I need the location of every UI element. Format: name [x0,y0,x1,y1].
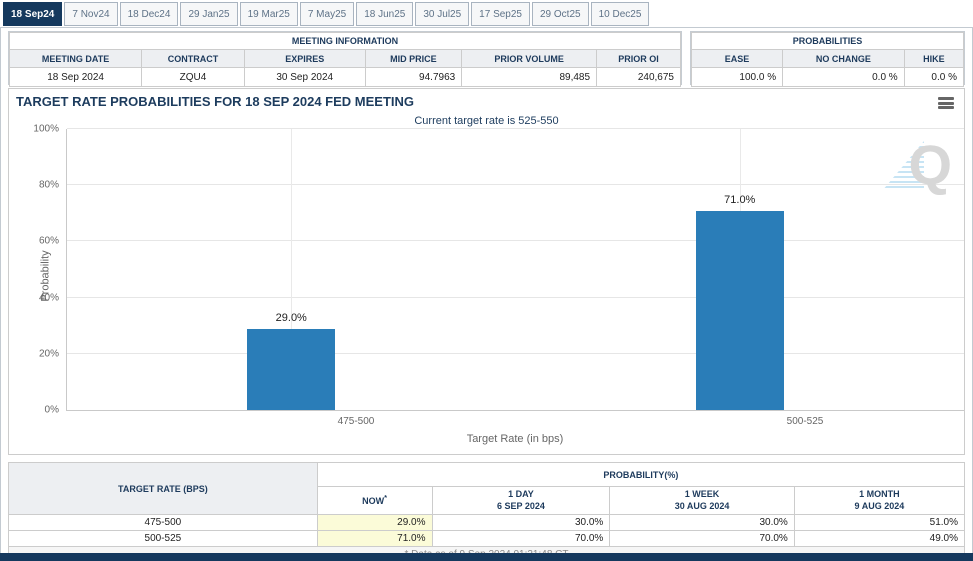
bar-475-500[interactable] [247,329,335,410]
col-ease: EASE [692,50,783,68]
tab-meeting-10[interactable]: 10 Dec25 [591,2,650,26]
hamburger-icon[interactable] [938,96,954,110]
probabilities-panel: PROBABILITIES EASE NO CHANGE HIKE 100.0 … [690,31,965,85]
probability-history-table: TARGET RATE (BPS) PROBABILITY(%) NOW* 1 … [8,462,965,561]
col-1-month: 1 MONTH9 AUG 2024 [794,487,964,515]
chart-plot-area: 0% 20% 40% 60% 80% 100% Probability 29.0… [66,129,964,411]
bar-value-label: 71.0% [724,194,755,206]
col-hike: HIKE [904,50,963,68]
rate-range: 475-500 [9,515,318,531]
hamburger-bar [938,102,954,105]
hamburger-bar [938,106,954,109]
day-probability: 70.0% [432,531,610,547]
y-tick: 20% [39,348,59,359]
asterisk: * [384,493,387,502]
y-tick: 100% [33,124,59,135]
prior-oi-value: 240,675 [597,68,681,87]
week-probability: 70.0% [610,531,795,547]
tab-meeting-1[interactable]: 7 Nov24 [64,2,117,26]
col-prior-volume: PRIOR VOLUME [462,50,597,68]
meeting-information-panel: MEETING INFORMATION MEETING DATE CONTRAC… [8,31,682,85]
col-expires: EXPIRES [244,50,365,68]
watermark-q-logo: Q [908,137,952,193]
col-meeting-date: MEETING DATE [10,50,142,68]
tab-meeting-2[interactable]: 18 Dec24 [120,2,179,26]
tab-meeting-3[interactable]: 29 Jan25 [180,2,237,26]
y-axis-title: Probability [40,250,52,301]
hamburger-bar [938,97,954,100]
col-no-change: NO CHANGE [783,50,905,68]
chart-subtitle: Current target rate is 525-550 [9,115,964,127]
tab-meeting-9[interactable]: 29 Oct25 [532,2,589,26]
ease-value: 100.0 % [692,68,783,87]
table-row: 475-500 29.0% 30.0% 30.0% 51.0% [9,515,965,531]
col-1-week: 1 WEEK30 AUG 2024 [610,487,795,515]
col-contract: CONTRACT [142,50,245,68]
col-now: NOW* [317,487,432,515]
y-tick: 60% [39,236,59,247]
probability-chart-panel: TARGET RATE PROBABILITIES FOR 18 SEP 202… [8,88,965,455]
meeting-date-value: 18 Sep 2024 [10,68,142,87]
meeting-date-tabs: 18 Sep24 7 Nov24 18 Dec24 29 Jan25 19 Ma… [3,2,649,26]
col-mid-price: MID PRICE [365,50,462,68]
chart-title: TARGET RATE PROBABILITIES FOR 18 SEP 202… [16,94,414,109]
contract-value: ZQU4 [142,68,245,87]
x-category-label: 475-500 [256,416,456,427]
tab-meeting-6[interactable]: 18 Jun25 [356,2,413,26]
bar-group-475-500: 29.0% [67,129,516,410]
probabilities-title: PROBABILITIES [692,33,964,50]
quikstrike-watermark: Q [882,137,952,195]
probabilities-row: 100.0 % 0.0 % 0.0 % [692,68,964,87]
meeting-info-title: MEETING INFORMATION [10,33,681,50]
week-probability: 30.0% [610,515,795,531]
tab-meeting-0[interactable]: 18 Sep24 [3,2,62,26]
x-axis-title: Target Rate (in bps) [66,433,964,445]
col-1-day: 1 DAY6 SEP 2024 [432,487,610,515]
expires-value: 30 Sep 2024 [244,68,365,87]
prior-volume-value: 89,485 [462,68,597,87]
tab-meeting-4[interactable]: 19 Mar25 [240,2,298,26]
tab-meeting-8[interactable]: 17 Sep25 [471,2,530,26]
hike-value: 0.0 % [904,68,963,87]
mid-price-value: 94.7963 [365,68,462,87]
probability-group-header: PROBABILITY(%) [317,463,964,487]
month-probability: 51.0% [794,515,964,531]
meeting-info-row: 18 Sep 2024 ZQU4 30 Sep 2024 94.7963 89,… [10,68,681,87]
day-probability: 30.0% [432,515,610,531]
table-row: 500-525 71.0% 70.0% 70.0% 49.0% [9,531,965,547]
x-category-label: 500-525 [705,416,905,427]
month-probability: 49.0% [794,531,964,547]
col-prior-oi: PRIOR OI [597,50,681,68]
no-change-value: 0.0 % [783,68,905,87]
now-probability: 71.0% [317,531,432,547]
tab-meeting-5[interactable]: 7 May25 [300,2,354,26]
fedwatch-tool: 18 Sep24 7 Nov24 18 Dec24 29 Jan25 19 Ma… [0,0,973,561]
target-rate-header: TARGET RATE (BPS) [9,463,318,515]
bar-500-525[interactable] [696,211,784,411]
y-tick: 80% [39,180,59,191]
now-probability: 29.0% [317,515,432,531]
rate-range: 500-525 [9,531,318,547]
bar-value-label: 29.0% [276,312,307,324]
bottom-navy-bar [0,553,973,561]
y-tick: 0% [45,405,59,416]
tab-meeting-7[interactable]: 30 Jul25 [415,2,469,26]
